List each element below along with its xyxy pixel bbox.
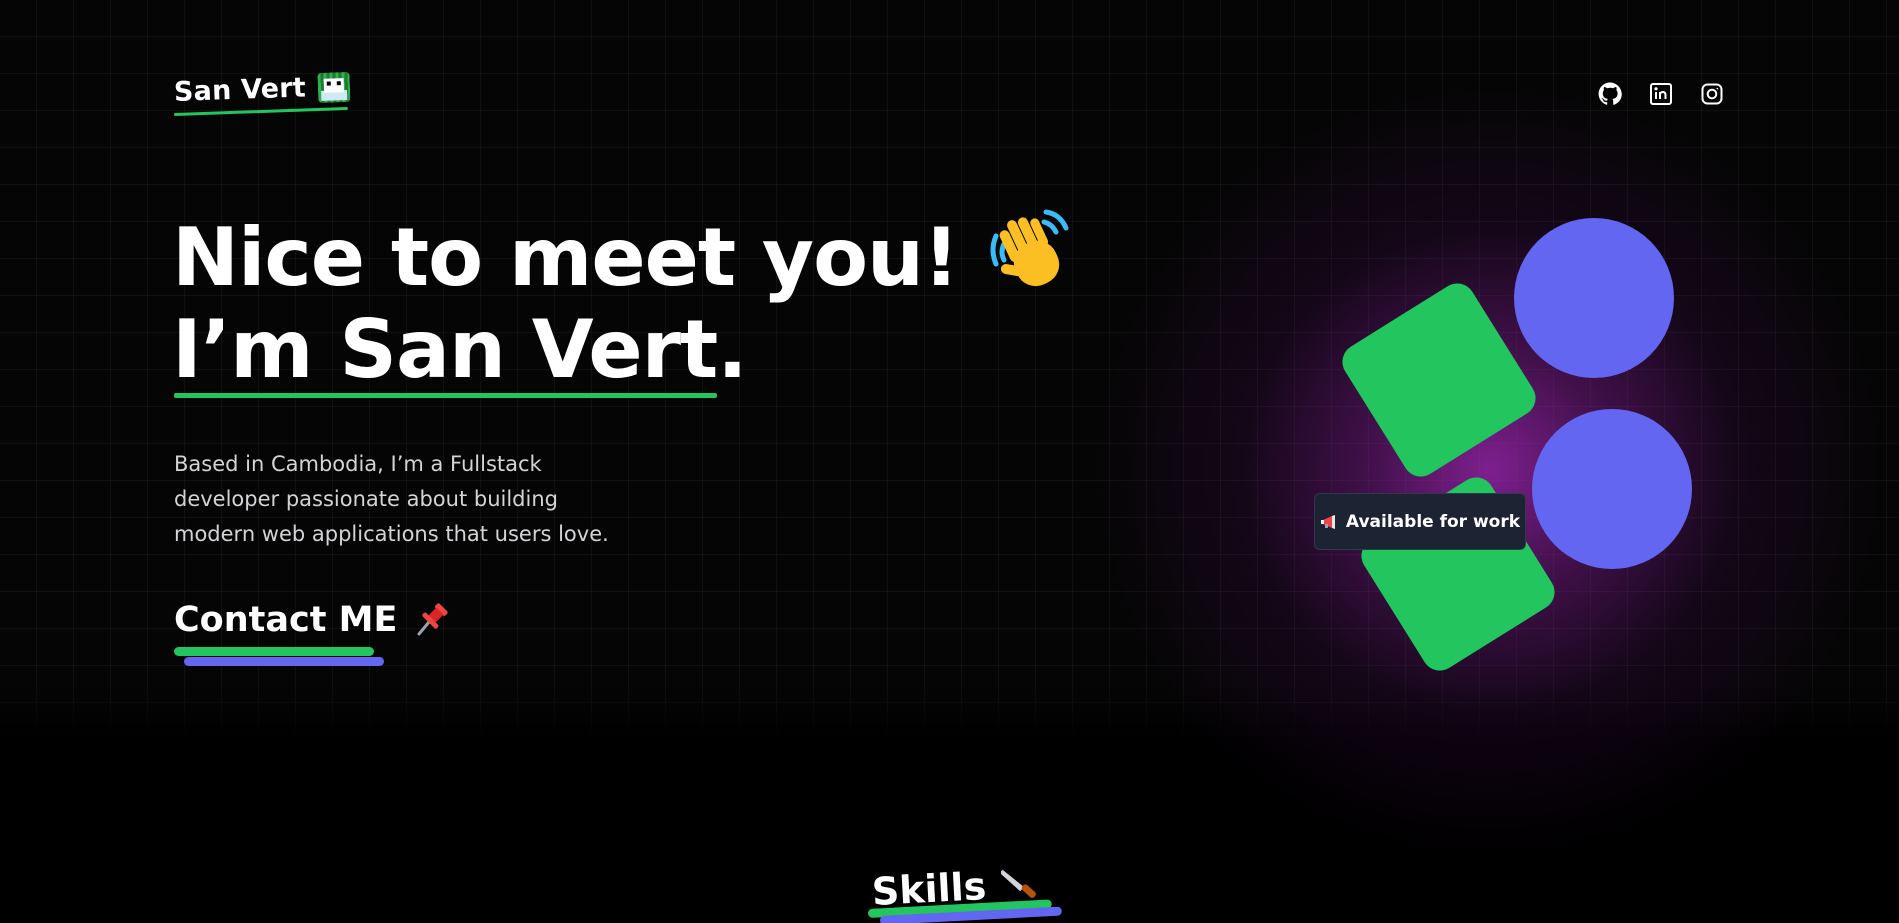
hero-bio: Based in Cambodia, I’m a Fullstack devel… [174, 452, 609, 546]
instagram-icon[interactable] [1700, 82, 1724, 106]
indigo-circle-top [1514, 218, 1674, 378]
contact-me-label: Contact ME [174, 600, 398, 640]
github-icon[interactable] [1598, 82, 1622, 106]
name-underline [174, 393, 717, 398]
pixel-avatar-icon [317, 71, 351, 103]
waving-hand-icon [990, 209, 1069, 287]
headline-greeting: Nice to meet you! [172, 211, 959, 304]
available-for-work-badge[interactable]: Available for work [1314, 493, 1526, 550]
hero-headline: Nice to meet you! I’m San Vert. [172, 209, 1076, 396]
headline-line-2: I’m San Vert. [172, 303, 748, 396]
contact-underline-green [174, 647, 374, 656]
contact-underline-indigo [184, 657, 384, 666]
pushpin-icon [417, 603, 449, 636]
megaphone-icon [1320, 514, 1335, 529]
social-links [1598, 82, 1724, 106]
indigo-circle-bottom [1532, 409, 1692, 569]
contact-me-link[interactable]: Contact ME [174, 600, 451, 640]
site-logo[interactable]: San Vert [173, 71, 351, 108]
linkedin-icon[interactable] [1649, 82, 1673, 106]
purple-glow [1090, 80, 1890, 860]
headline-line-1: Nice to meet you! [172, 209, 1076, 304]
page: San Vert Nice to meet you! I’m San Vert.… [0, 0, 1899, 923]
logo-text: San Vert [173, 72, 307, 108]
badge-label: Available for work [1345, 511, 1521, 532]
